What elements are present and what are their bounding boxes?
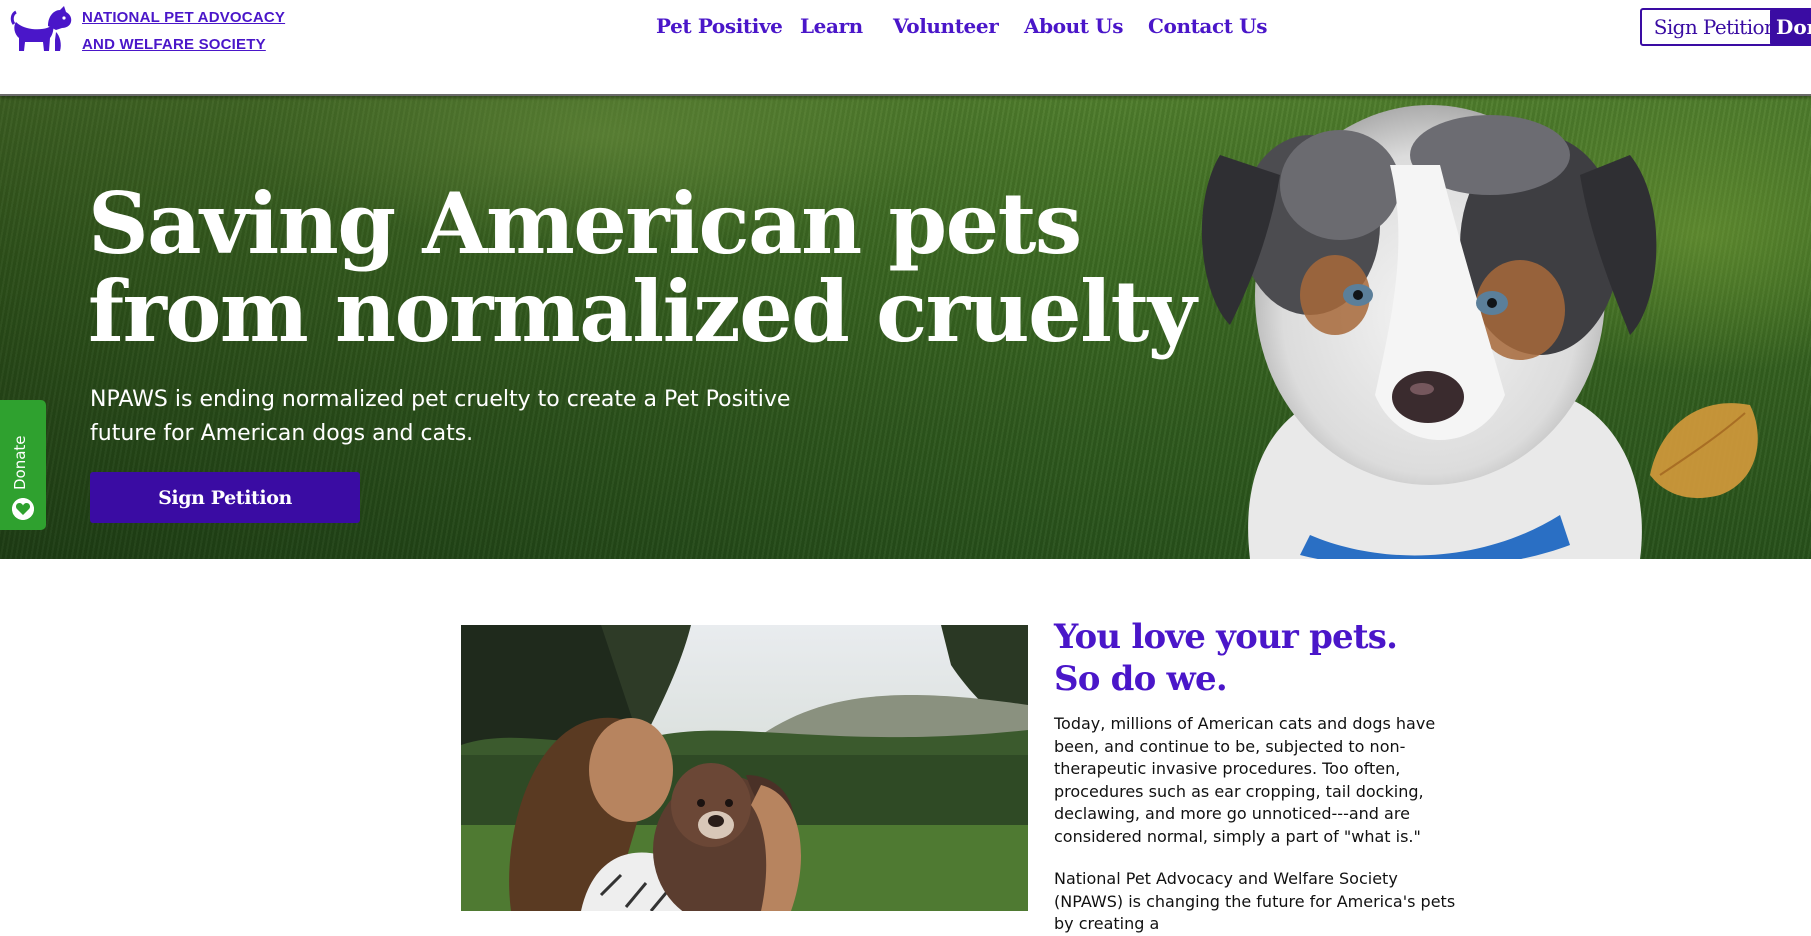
leaf-decoration — [1650, 403, 1758, 499]
hero-title: Saving American pets from normalized cru… — [88, 174, 1197, 361]
nav-contact-us[interactable]: Contact Us — [1148, 14, 1267, 38]
heart-icon — [12, 498, 34, 520]
intro-paragraph-2: National Pet Advocacy and Welfare Societ… — [1054, 869, 1456, 933]
logo-wordmark[interactable]: NATIONAL PET ADVOCACY AND WELFARE SOCIET… — [82, 4, 285, 58]
logo-line-2[interactable]: AND WELFARE SOCIETY — [82, 31, 282, 58]
nav-learn[interactable]: Learn — [800, 14, 863, 38]
logo-line-1[interactable]: NATIONAL PET ADVOCACY — [82, 4, 285, 31]
nav-pet-positive[interactable]: Pet Positive — [656, 14, 783, 38]
sign-petition-button-hero[interactable]: Sign Petition — [90, 472, 360, 523]
nav-about-us[interactable]: About Us — [1024, 14, 1123, 38]
nav-volunteer[interactable]: Volunteer — [893, 14, 999, 38]
intro-heading: You love your pets. So do we. — [1054, 616, 1554, 700]
intro-paragraph-1: Today, millions of American cats and dog… — [1054, 714, 1436, 846]
hero-banner: Saving American pets from normalized cru… — [0, 95, 1811, 559]
npaws-logo-icon[interactable] — [10, 4, 78, 56]
intro-heading-line-1: You love your pets. — [1054, 617, 1398, 657]
sign-petition-button-header[interactable]: Sign Petition — [1640, 8, 1790, 46]
hero-subtitle: NPAWS is ending normalized pet cruelty t… — [90, 387, 791, 446]
intro-heading-line-2: So do we. — [1054, 659, 1228, 699]
puppy-image — [1201, 105, 1657, 559]
donate-button-header[interactable]: Donate — [1770, 8, 1811, 46]
hero-title-line-2: from normalized cruelty — [88, 262, 1197, 361]
donate-side-tab[interactable]: Donate — [0, 400, 46, 530]
donate-side-tab-label[interactable]: Donate — [11, 435, 29, 490]
woman-with-dog-photo — [461, 625, 1028, 911]
site-header: NATIONAL PET ADVOCACY AND WELFARE SOCIET… — [0, 0, 1811, 96]
hero-title-line-1: Saving American pets — [88, 174, 1082, 273]
